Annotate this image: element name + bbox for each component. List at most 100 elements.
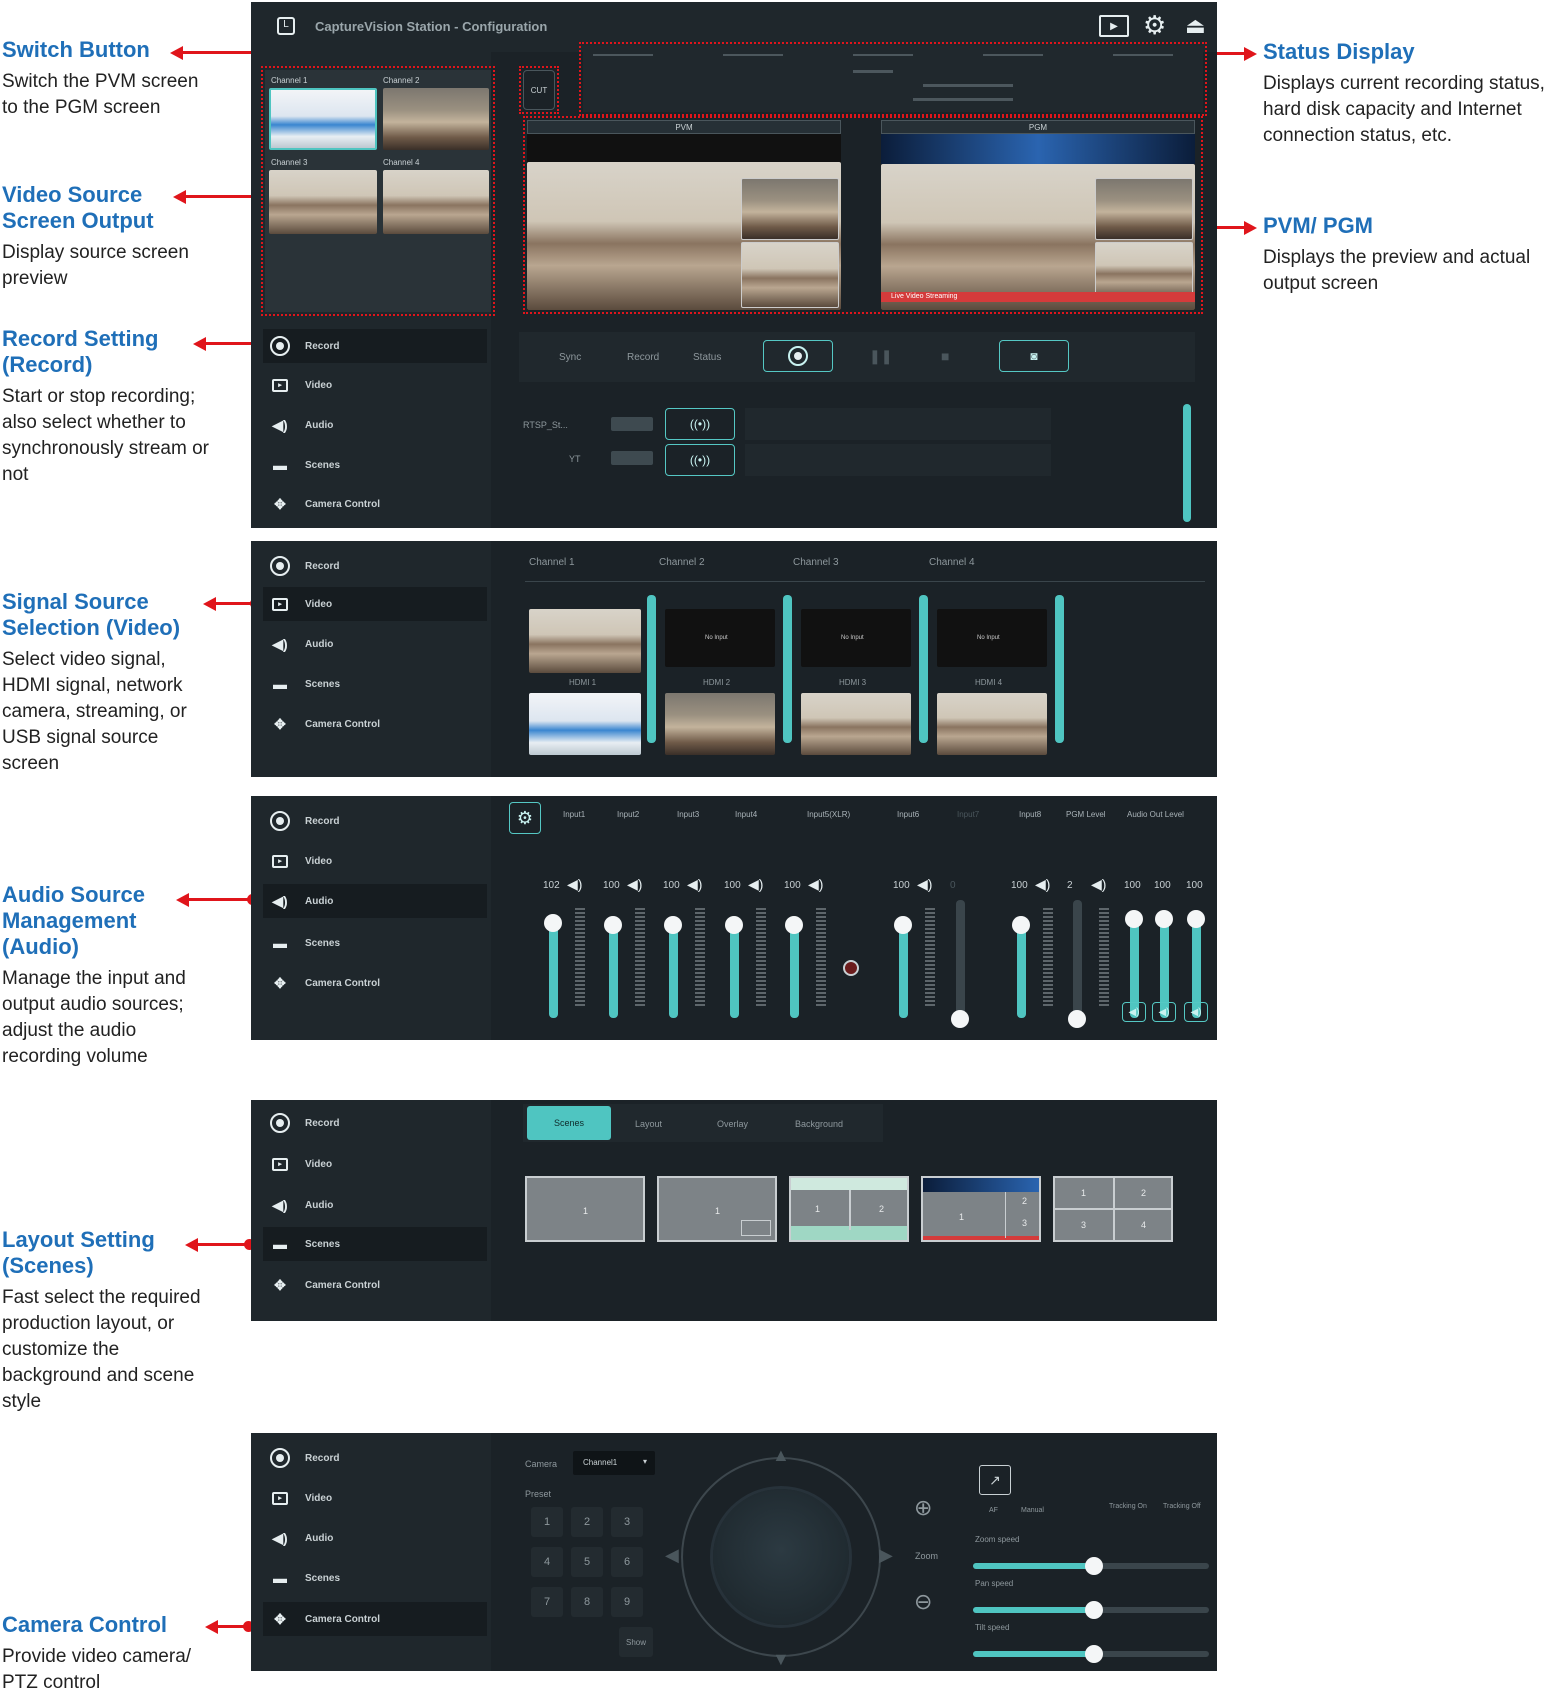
- input-tile[interactable]: [529, 609, 641, 673]
- gear-icon[interactable]: ⚙: [1143, 10, 1166, 41]
- arrow-right-icon[interactable]: ▶: [879, 1545, 893, 1566]
- speaker-icon[interactable]: ◀): [687, 876, 702, 893]
- nav-record[interactable]: Record: [263, 549, 487, 583]
- speaker-icon[interactable]: ◀): [567, 876, 582, 893]
- nav-audio[interactable]: ◀) Audio: [263, 1188, 487, 1222]
- scene-quad[interactable]: 1234: [1053, 1176, 1173, 1242]
- show-button[interactable]: Show: [619, 1627, 653, 1657]
- nav-camera-control[interactable]: ✥ Camera Control: [263, 487, 487, 521]
- stream-toggle[interactable]: [611, 417, 653, 431]
- speaker-icon[interactable]: ◀): [627, 876, 642, 893]
- speaker-icon[interactable]: ◀): [917, 876, 932, 893]
- audio-fader-knob[interactable]: [544, 914, 562, 932]
- channel-scrollbar[interactable]: [919, 595, 928, 743]
- stop-icon[interactable]: ■: [941, 348, 949, 364]
- audio-fader-knob[interactable]: [894, 916, 912, 934]
- audio-fader[interactable]: [790, 924, 799, 1018]
- mode-label[interactable]: Tracking On: [1109, 1503, 1147, 1510]
- rec-tab[interactable]: Status: [693, 352, 721, 363]
- nav-record[interactable]: Record: [263, 804, 487, 838]
- preset-key[interactable]: 4: [531, 1547, 563, 1577]
- ptz-joystick[interactable]: [713, 1489, 849, 1625]
- audio-fader-knob[interactable]: [1068, 1010, 1086, 1028]
- pan-speed-slider[interactable]: [973, 1601, 1209, 1619]
- record-button[interactable]: [763, 340, 833, 372]
- nav-audio[interactable]: ◀) Audio: [263, 1521, 487, 1555]
- preset-key[interactable]: 6: [611, 1547, 643, 1577]
- zoom-speed-slider[interactable]: [973, 1557, 1209, 1575]
- nav-scenes[interactable]: ▬ Scenes: [263, 926, 487, 960]
- input-tile[interactable]: [801, 693, 911, 755]
- input-tile[interactable]: [937, 693, 1047, 755]
- speaker-icon[interactable]: ◀): [1152, 1002, 1176, 1022]
- mode-label[interactable]: Tracking Off: [1163, 1503, 1201, 1510]
- audio-fader[interactable]: [899, 924, 908, 1018]
- nav-camera-control[interactable]: ✥ Camera Control: [263, 1602, 487, 1636]
- preset-key[interactable]: 7: [531, 1587, 563, 1617]
- nav-video[interactable]: ▸ Video: [263, 1147, 487, 1181]
- zoom-in-icon[interactable]: ⊕: [914, 1495, 932, 1521]
- audio-fader-knob[interactable]: [1125, 910, 1143, 928]
- input-tile[interactable]: No Input: [937, 609, 1047, 667]
- speaker-icon[interactable]: ◀): [1184, 1002, 1208, 1022]
- audio-fader-knob[interactable]: [664, 916, 682, 934]
- audio-fader[interactable]: [956, 900, 965, 1020]
- channel-tab[interactable]: Channel 3: [793, 557, 839, 568]
- tab-overlay[interactable]: Overlay: [717, 1119, 748, 1129]
- audio-settings-button[interactable]: ⚙: [509, 802, 541, 834]
- camera-select[interactable]: Channel1 ▾: [573, 1451, 655, 1475]
- af-icon[interactable]: ↗: [979, 1465, 1011, 1495]
- nav-video[interactable]: ▸ Video: [263, 368, 487, 402]
- nav-video[interactable]: ▸ Video: [263, 844, 487, 878]
- tab-scenes[interactable]: Scenes: [527, 1106, 611, 1140]
- tilt-speed-slider[interactable]: [973, 1645, 1209, 1663]
- scene-pip[interactable]: 1: [657, 1176, 777, 1242]
- nav-audio[interactable]: ◀) Audio: [263, 408, 487, 442]
- zoom-out-icon[interactable]: ⊖: [914, 1589, 932, 1615]
- audio-fader[interactable]: [1017, 924, 1026, 1018]
- audio-fader-knob[interactable]: [1155, 910, 1173, 928]
- audio-fader-knob[interactable]: [604, 916, 622, 934]
- audio-fader[interactable]: [1073, 900, 1082, 1020]
- input-tile[interactable]: No Input: [665, 609, 775, 667]
- input-tile[interactable]: [665, 693, 775, 755]
- preset-key[interactable]: 8: [571, 1587, 603, 1617]
- nav-audio[interactable]: ◀) Audio: [263, 627, 487, 661]
- speaker-icon[interactable]: ◀): [1122, 1002, 1146, 1022]
- preset-key[interactable]: 5: [571, 1547, 603, 1577]
- speaker-icon[interactable]: ◀): [1035, 876, 1050, 893]
- nav-camera-control[interactable]: ✥ Camera Control: [263, 707, 487, 741]
- nav-record[interactable]: Record: [263, 1106, 487, 1140]
- input-tile[interactable]: No Input: [801, 609, 911, 667]
- nav-camera-control[interactable]: ✥ Camera Control: [263, 1268, 487, 1302]
- arrow-left-icon[interactable]: ◀: [665, 1545, 679, 1566]
- channel-scrollbar[interactable]: [647, 595, 656, 743]
- scene-full[interactable]: 1: [525, 1176, 645, 1242]
- channel-tab[interactable]: Channel 4: [929, 557, 975, 568]
- speaker-icon[interactable]: ◀): [1091, 876, 1106, 893]
- channel-tab[interactable]: Channel 2: [659, 557, 705, 568]
- stream-toggle[interactable]: [611, 451, 653, 465]
- scrollbar[interactable]: [1183, 404, 1191, 522]
- audio-fader-knob[interactable]: [1187, 910, 1205, 928]
- scene-main-two-pip[interactable]: 123: [921, 1176, 1041, 1242]
- scene-side-by-side[interactable]: 12: [789, 1176, 909, 1242]
- audio-fader[interactable]: [669, 924, 678, 1018]
- channel-scrollbar[interactable]: [1055, 595, 1064, 743]
- stream-button[interactable]: ((•)): [665, 444, 735, 476]
- channel-scrollbar[interactable]: [783, 595, 792, 743]
- nav-video[interactable]: ▸ Video: [263, 1481, 487, 1515]
- audio-fader-knob[interactable]: [1012, 916, 1030, 934]
- audio-fader-knob[interactable]: [785, 916, 803, 934]
- nav-record[interactable]: Record: [263, 329, 487, 363]
- nav-scenes[interactable]: ▬ Scenes: [263, 667, 487, 701]
- input-tile[interactable]: [529, 693, 641, 755]
- nav-scenes[interactable]: ▬ Scenes: [263, 1561, 487, 1595]
- audio-fader-knob[interactable]: [725, 916, 743, 934]
- xlr-phantom-button[interactable]: [843, 960, 859, 976]
- rec-tab[interactable]: Sync: [559, 352, 581, 363]
- preset-key[interactable]: 2: [571, 1507, 603, 1537]
- nav-camera-control[interactable]: ✥ Camera Control: [263, 966, 487, 1000]
- audio-fader[interactable]: [549, 922, 558, 1018]
- preset-key[interactable]: 9: [611, 1587, 643, 1617]
